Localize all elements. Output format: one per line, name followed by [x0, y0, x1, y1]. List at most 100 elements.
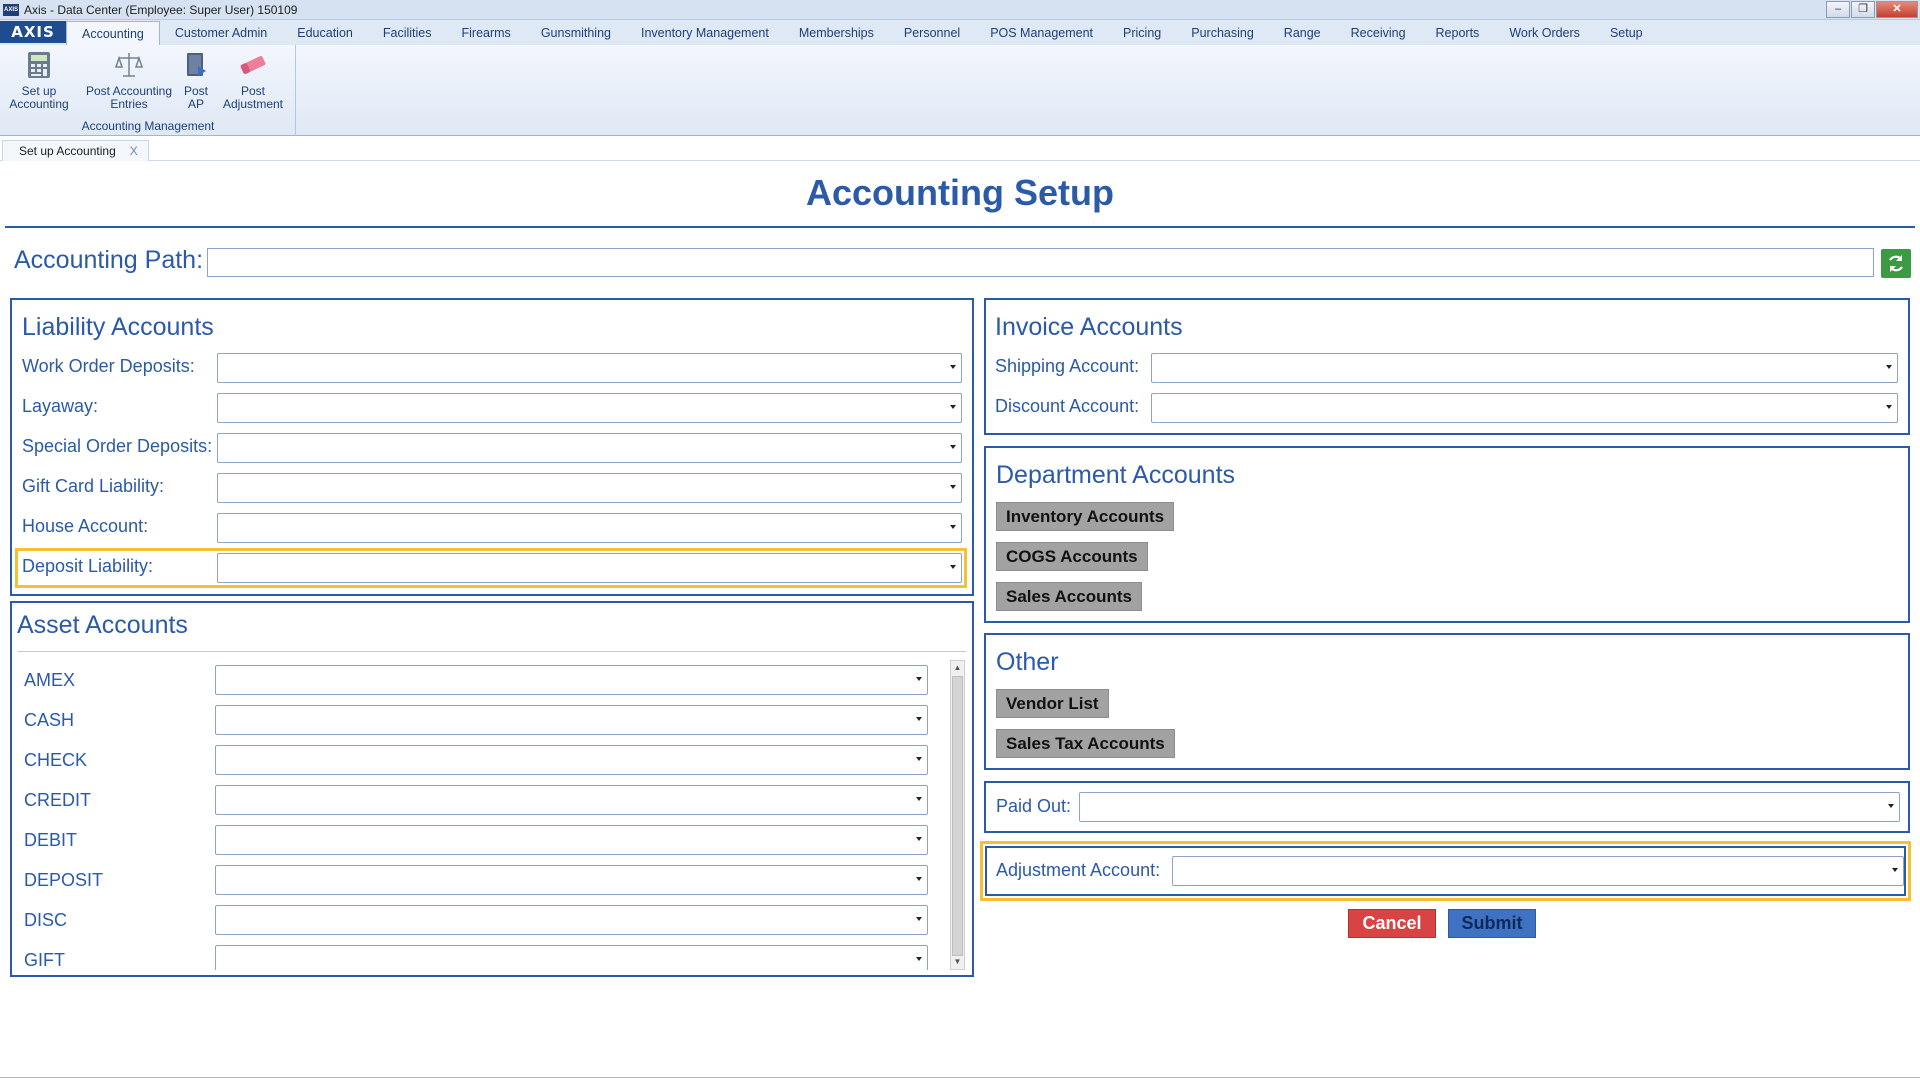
refresh-button[interactable]	[1881, 249, 1911, 278]
calculator-icon	[24, 50, 54, 80]
chevron-down-icon	[916, 837, 922, 841]
deposit-liability-select[interactable]	[217, 553, 962, 583]
scroll-up-icon[interactable]: ▲	[951, 661, 964, 675]
chevron-down-icon	[950, 525, 956, 529]
menu-tab-purchasing[interactable]: Purchasing	[1176, 21, 1269, 45]
adjustment-account-select[interactable]	[1172, 856, 1904, 886]
post-accounting-entries-label-2: Entries	[110, 97, 148, 111]
menu-tab-education[interactable]: Education	[282, 21, 368, 45]
paid-out-select[interactable]	[1079, 792, 1900, 822]
asset-row-clip: GIFT	[18, 940, 948, 970]
sales-tax-accounts-button[interactable]: Sales Tax Accounts	[996, 729, 1175, 758]
other-title: Other	[996, 648, 1059, 676]
scroll-down-icon[interactable]: ▼	[951, 955, 964, 969]
asset-row-disc-label: DISC	[24, 910, 68, 930]
setup-accounting-button[interactable]: Set up Accounting	[7, 50, 71, 111]
close-window-button[interactable]: ✕	[1876, 1, 1918, 18]
ribbon-group-accounting-management: Set up Accounting Post Accounting Entrie…	[0, 45, 296, 135]
axis-logo: AXIS	[0, 21, 66, 43]
sales-accounts-button[interactable]: Sales Accounts	[996, 582, 1142, 611]
menu-tab-customer-admin[interactable]: Customer Admin	[160, 21, 282, 45]
menu-tab-accounting[interactable]: Accounting	[66, 21, 160, 45]
chevron-down-icon	[916, 677, 922, 681]
chevron-down-icon	[1886, 405, 1892, 409]
chevron-down-icon	[916, 717, 922, 721]
menu-tab-work-orders[interactable]: Work Orders	[1494, 21, 1595, 45]
gift-card-liability-select[interactable]	[217, 473, 962, 503]
menu-tab-gunsmithing[interactable]: Gunsmithing	[526, 21, 626, 45]
menu-tab-range[interactable]: Range	[1269, 21, 1336, 45]
cancel-button[interactable]: Cancel	[1348, 909, 1436, 938]
asset-row-check-label: CHECK	[24, 750, 88, 770]
menu-tab-firearms[interactable]: Firearms	[447, 21, 526, 45]
scroll-thumb[interactable]	[952, 676, 963, 956]
work-order-deposits-select[interactable]	[217, 353, 962, 383]
window-title: Axis - Data Center (Employee: Super User…	[24, 2, 298, 17]
discount-account-label: Discount Account:	[995, 396, 1140, 416]
asset-check-select[interactable]	[215, 745, 928, 775]
asset-debit-select[interactable]	[215, 825, 928, 855]
ribbon-group-label: Accounting Management	[81, 119, 215, 133]
maximize-button[interactable]: ❐	[1851, 1, 1875, 18]
chevron-down-icon	[950, 405, 956, 409]
paid-out-label: Paid Out:	[996, 796, 1072, 816]
bottom-divider	[0, 1077, 1920, 1078]
adjustment-account-label: Adjustment Account:	[996, 860, 1161, 880]
tab-close-icon[interactable]: X	[130, 144, 138, 158]
asset-scrollbar[interactable]: ▲ ▼	[950, 660, 965, 970]
menu-tab-personnel[interactable]: Personnel	[889, 21, 975, 45]
menu-tab-pos-management[interactable]: POS Management	[975, 21, 1108, 45]
menu-tab-setup[interactable]: Setup	[1595, 21, 1658, 45]
special-order-deposits-select[interactable]	[217, 433, 962, 463]
window-titlebar: AXIS Axis - Data Center (Employee: Super…	[0, 0, 1920, 20]
asset-deposit-select[interactable]	[215, 865, 928, 895]
menu-tab-reports[interactable]: Reports	[1421, 21, 1495, 45]
chevron-down-icon	[916, 757, 922, 761]
title-divider	[5, 226, 1915, 228]
chevron-down-icon	[1886, 365, 1892, 369]
asset-credit-select[interactable]	[215, 785, 928, 815]
menu-tab-pricing[interactable]: Pricing	[1108, 21, 1176, 45]
chevron-down-icon	[916, 957, 922, 961]
asset-row-debit-label: DEBIT	[24, 830, 78, 850]
post-accounting-entries-button[interactable]: Post Accounting Entries	[83, 50, 175, 111]
house-account-select[interactable]	[217, 513, 962, 543]
cogs-accounts-button[interactable]: COGS Accounts	[996, 542, 1148, 571]
menu-tab-inventory-management[interactable]: Inventory Management	[626, 21, 784, 45]
menu-tab-memberships[interactable]: Memberships	[784, 21, 889, 45]
layaway-select[interactable]	[217, 393, 962, 423]
book-icon	[181, 50, 211, 80]
menu-tab-receiving[interactable]: Receiving	[1336, 21, 1421, 45]
main-menu: AXIS Accounting Customer Admin Education…	[0, 20, 1920, 45]
setup-accounting-label-2: Accounting	[9, 97, 69, 111]
chevron-down-icon	[916, 877, 922, 881]
discount-account-select[interactable]	[1151, 393, 1898, 423]
vendor-list-button[interactable]: Vendor List	[996, 689, 1109, 718]
chevron-down-icon	[1892, 868, 1898, 872]
asset-disc-select[interactable]	[215, 905, 928, 935]
asset-gift-select[interactable]	[215, 945, 928, 970]
post-ap-label-2: AP	[187, 97, 204, 111]
special-order-deposits-label: Special Order Deposits:	[22, 436, 213, 456]
accounting-path-input[interactable]	[207, 248, 1874, 277]
minimize-button[interactable]: –	[1826, 1, 1850, 18]
asset-cash-select[interactable]	[215, 705, 928, 735]
inventory-accounts-button[interactable]: Inventory Accounts	[996, 502, 1175, 531]
submit-button[interactable]: Submit	[1448, 909, 1536, 938]
post-adjustment-button[interactable]: Post Adjustment	[219, 50, 287, 111]
asset-accounts-title: Asset Accounts	[17, 611, 188, 639]
tab-setup-accounting[interactable]: Set up Accounting X	[2, 140, 149, 161]
post-ap-button[interactable]: Post AP	[180, 50, 212, 111]
tab-label: Set up Accounting	[19, 144, 116, 158]
scales-icon	[114, 50, 144, 80]
liability-accounts-title: Liability Accounts	[22, 313, 214, 341]
asset-row-credit-label: CREDIT	[24, 790, 91, 810]
chevron-down-icon	[950, 445, 956, 449]
asset-row-cash-label: CASH	[24, 710, 75, 730]
asset-row-gift-label: GIFT	[24, 950, 65, 970]
invoice-accounts-title: Invoice Accounts	[995, 313, 1183, 341]
menu-tab-facilities[interactable]: Facilities	[368, 21, 447, 45]
asset-amex-select[interactable]	[215, 665, 928, 695]
document-tabs: Set up Accounting X	[0, 137, 1920, 161]
shipping-account-select[interactable]	[1151, 353, 1898, 383]
